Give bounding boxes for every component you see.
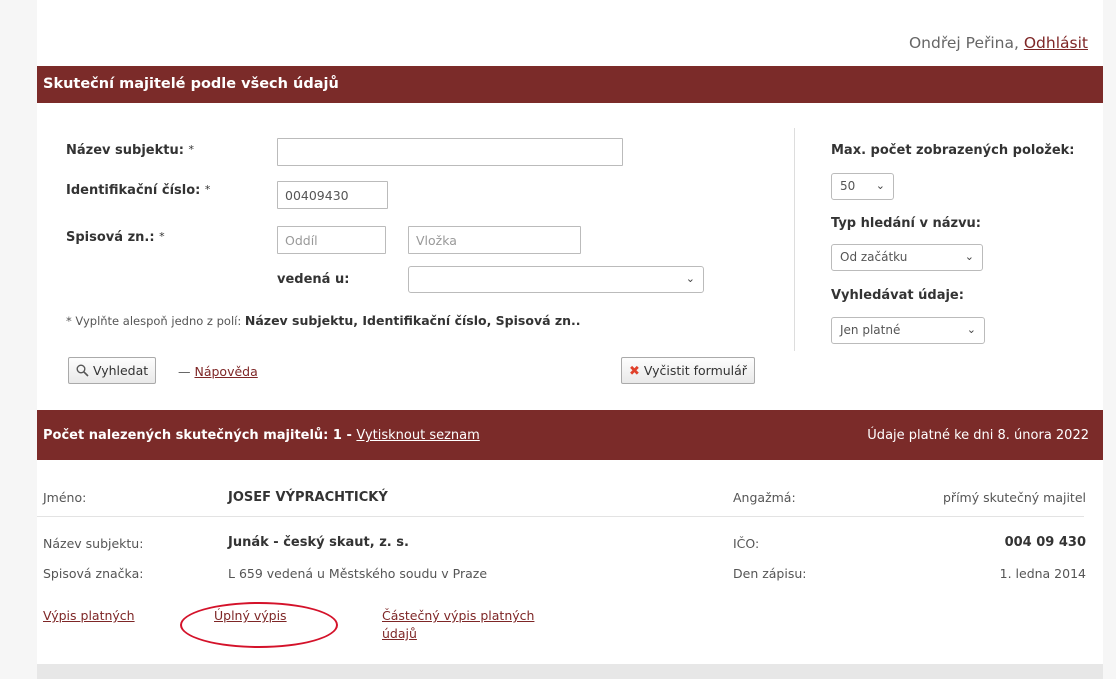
partial-extract-link-2[interactable]: údajů: [382, 626, 417, 641]
subject-name-input[interactable]: [277, 138, 623, 166]
ico-value: 004 09 430: [1004, 535, 1086, 550]
result-divider: [37, 516, 1084, 517]
max-items-select[interactable]: 50 ⌄: [831, 173, 894, 200]
search-data-select[interactable]: Jen platné ⌄: [831, 317, 985, 344]
note-prefix: * Vyplňte alespoň jedno z polí:: [66, 314, 242, 328]
divider: [794, 128, 795, 351]
file-mark-label: Spisová značka:: [43, 566, 144, 581]
chevron-down-icon: ⌄: [966, 323, 976, 336]
file-label: Spisová zn.: *: [66, 230, 165, 245]
note-fields: Název subjektu, Identifikační číslo, Spi…: [244, 313, 581, 328]
engagement-label: Angažmá:: [733, 490, 796, 505]
file-mark-value: L 659 vedená u Městského soudu v Praze: [228, 566, 488, 581]
max-items-label: Max. počet zobrazených položek:: [831, 143, 1075, 158]
form-title: Skuteční majitelé podle všech údajů: [43, 76, 339, 92]
footer-bar: [37, 664, 1103, 679]
partial-extract-link[interactable]: Částečný výpis platných: [382, 608, 534, 623]
print-list-link[interactable]: Vytisknout seznam: [356, 428, 479, 443]
search-data-value: Jen platné: [840, 323, 901, 337]
chevron-down-icon: ⌄: [685, 272, 695, 285]
ic-input[interactable]: 00409430: [277, 181, 388, 209]
search-type-label: Typ hledání v názvu:: [831, 216, 981, 231]
highlight-ellipse: [180, 602, 338, 648]
user-name: Ondřej Peřina,: [908, 34, 1019, 52]
kept-at-label: vedená u:: [277, 272, 350, 287]
logout-link[interactable]: Odhlásit: [1024, 34, 1088, 52]
subject-value: Junák - český skaut, z. s.: [228, 535, 409, 550]
valid-extract-link[interactable]: Výpis platných: [43, 608, 135, 623]
help-link[interactable]: Nápověda: [194, 364, 257, 379]
search-type-value: Od začátku: [840, 250, 908, 264]
results-header: Počet nalezených skutečných majitelů: 1 …: [37, 410, 1103, 460]
results-count: Počet nalezených skutečných majitelů: 1 …: [43, 428, 480, 443]
subject-name-label: Název subjektu: *: [66, 143, 194, 158]
page-frame: Ondřej Peřina, Odhlásit Skuteční majitel…: [37, 0, 1103, 679]
name-label: Jméno:: [43, 490, 87, 505]
close-icon: ✖: [629, 364, 640, 379]
user-info: Ondřej Peřina, Odhlásit: [909, 34, 1088, 52]
max-items-value: 50: [840, 179, 856, 193]
search-type-select[interactable]: Od začátku ⌄: [831, 244, 983, 271]
search-icon: [76, 364, 89, 377]
required-note: * Vyplňte alespoň jedno z polí: Název su…: [66, 313, 581, 328]
court-select[interactable]: ⌄: [408, 266, 704, 293]
section-input[interactable]: Oddíl: [277, 226, 386, 254]
entry-date-label: Den zápisu:: [733, 566, 807, 581]
ico-label: IČO:: [733, 536, 760, 551]
help-dash: —: [178, 364, 191, 379]
entry-date-value: 1. ledna 2014: [999, 566, 1086, 581]
search-data-label: Vyhledávat údaje:: [831, 288, 964, 303]
ic-label: Identifikační číslo: *: [66, 183, 211, 198]
chevron-down-icon: ⌄: [964, 250, 974, 263]
validity-date: Údaje platné ke dni 8. února 2022: [867, 428, 1089, 443]
name-value: JOSEF VÝPRACHTICKÝ: [228, 490, 388, 505]
clear-form-button[interactable]: ✖ Vyčistit formulář: [621, 357, 755, 384]
clear-form-label: Vyčistit formulář: [643, 363, 747, 378]
engagement-value: přímý skutečný majitel: [943, 490, 1086, 505]
form-header: Skuteční majitelé podle všech údajů: [37, 66, 1103, 103]
chevron-down-icon: ⌄: [875, 179, 885, 192]
insert-input[interactable]: Vložka: [408, 226, 581, 254]
search-button-label: Vyhledat: [92, 363, 149, 378]
help-area: — Nápověda: [178, 364, 258, 379]
search-button[interactable]: Vyhledat: [68, 357, 157, 384]
subject-label: Název subjektu:: [43, 536, 144, 551]
